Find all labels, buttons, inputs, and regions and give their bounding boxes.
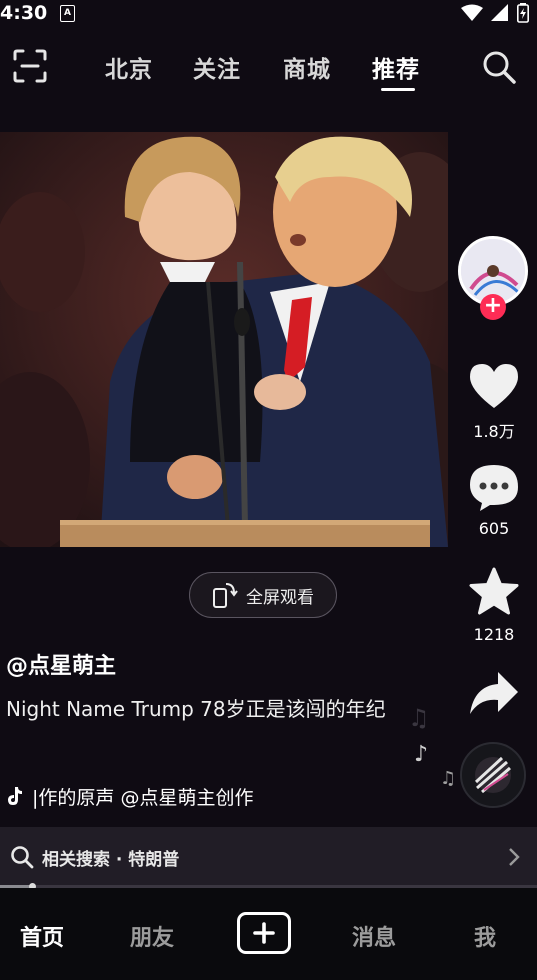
status-time: 4:30 xyxy=(0,2,48,24)
share-button[interactable] xyxy=(454,670,534,720)
heart-icon xyxy=(470,364,518,408)
music-disc[interactable] xyxy=(460,742,526,808)
music-title: |作的原声 @点星萌主创作 xyxy=(32,786,254,809)
music-note-icon: ♫ xyxy=(408,704,430,732)
tab-following[interactable]: 关注 xyxy=(193,50,241,84)
comment-icon xyxy=(470,465,518,511)
nav-messages[interactable]: 消息 xyxy=(352,920,396,952)
music-note-icon: ♫ xyxy=(440,768,457,789)
comment-count: 605 xyxy=(478,519,510,538)
video-frame-image xyxy=(0,132,448,547)
scan-icon[interactable] xyxy=(12,48,48,84)
author-name[interactable]: @点星萌主 xyxy=(6,648,116,680)
video-player[interactable] xyxy=(0,132,448,547)
search-icon xyxy=(11,846,34,869)
comment-button[interactable]: 605 xyxy=(454,463,534,538)
share-icon xyxy=(470,672,518,714)
related-search-text: 相关搜索 · 特朗普 xyxy=(42,849,180,870)
like-count: 1.8万 xyxy=(473,422,515,441)
like-button[interactable]: 1.8万 xyxy=(454,362,534,442)
signal-icon xyxy=(491,4,508,21)
nav-friends[interactable]: 朋友 xyxy=(130,920,174,952)
music-disc-image xyxy=(462,744,524,806)
related-search-bar[interactable]: 相关搜索 · 特朗普 xyxy=(0,827,537,887)
music-row[interactable]: |作的原声 @点星萌主创作 xyxy=(6,782,286,810)
active-tab-indicator xyxy=(381,88,415,91)
wifi-icon xyxy=(461,4,483,21)
video-description: Night Name Trump 78岁正是该闯的年纪 xyxy=(6,697,386,721)
tab-beijing[interactable]: 北京 xyxy=(105,50,153,84)
tiktok-icon xyxy=(8,787,22,805)
battery-icon xyxy=(517,3,529,23)
chevron-right-icon xyxy=(509,848,520,866)
fullscreen-label: 全屏观看 xyxy=(246,587,314,608)
nav-home[interactable]: 首页 xyxy=(20,920,64,952)
fullscreen-button[interactable]: 全屏观看 xyxy=(189,572,337,618)
status-icons xyxy=(461,3,529,23)
status-bar: 4:30 A xyxy=(0,0,537,28)
plus-icon xyxy=(253,922,275,944)
music-note-icon: ♪ xyxy=(414,742,429,767)
favorite-count: 1218 xyxy=(473,625,515,644)
favorite-button[interactable]: 1218 xyxy=(454,567,534,644)
nav-me[interactable]: 我 xyxy=(474,920,496,952)
create-button[interactable] xyxy=(237,912,291,954)
search-icon[interactable] xyxy=(480,48,518,86)
follow-button[interactable]: + xyxy=(480,294,506,320)
app-notification-icon: A xyxy=(60,5,75,22)
rotate-phone-icon xyxy=(213,583,238,608)
tab-recommended[interactable]: 推荐 xyxy=(372,50,420,84)
star-icon xyxy=(469,567,519,615)
tab-mall[interactable]: 商城 xyxy=(283,50,331,84)
